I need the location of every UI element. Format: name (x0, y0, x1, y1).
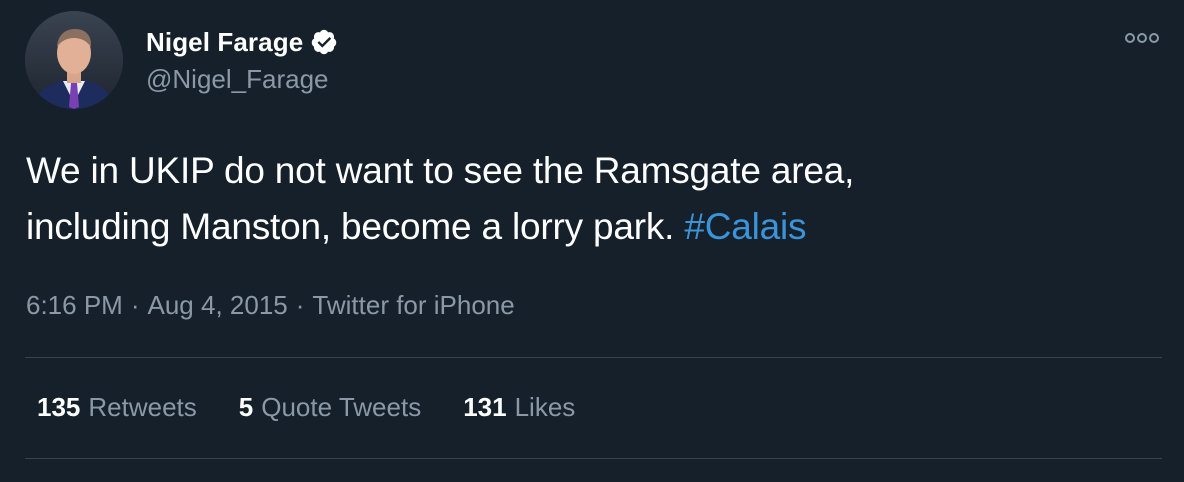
tweet-card: Nigel Farage @Nigel_Farage We in UKIP do… (0, 0, 1184, 482)
avatar-image (25, 11, 123, 109)
verified-badge-icon (310, 28, 338, 56)
meta-separator: · (295, 290, 305, 320)
avatar[interactable] (25, 11, 123, 109)
hashtag-link[interactable]: #Calais (684, 206, 806, 247)
more-options-icon[interactable] (1124, 29, 1160, 47)
retweets-stat[interactable]: 135 Retweets (37, 392, 197, 423)
tweet-stats: 135 Retweets 5 Quote Tweets 131 Likes (37, 392, 617, 423)
author-handle[interactable]: @Nigel_Farage (146, 64, 328, 95)
author-name-row[interactable]: Nigel Farage (146, 26, 338, 58)
quote-tweets-stat[interactable]: 5 Quote Tweets (239, 392, 421, 423)
retweets-count: 135 (37, 392, 81, 422)
tweet-text-line1: We in UKIP do not want to see the Ramsga… (26, 150, 855, 191)
tweet-meta: 6:16 PM · Aug 4, 2015 · Twitter for iPhone (26, 290, 515, 321)
tweet-time[interactable]: 6:16 PM (26, 290, 123, 320)
divider (25, 458, 1162, 459)
divider (25, 357, 1162, 358)
likes-stat[interactable]: 131 Likes (463, 392, 575, 423)
display-name[interactable]: Nigel Farage (146, 27, 303, 58)
likes-count: 131 (463, 392, 507, 422)
meta-separator: · (130, 290, 140, 320)
tweet-text: We in UKIP do not want to see the Ramsga… (26, 143, 1156, 255)
tweet-date[interactable]: Aug 4, 2015 (148, 290, 288, 320)
likes-label: Likes (514, 392, 576, 422)
tweet-source[interactable]: Twitter for iPhone (312, 290, 514, 320)
retweets-label: Retweets (88, 392, 197, 422)
tweet-text-line2: including Manston, become a lorry park. (26, 206, 675, 247)
quote-tweets-label: Quote Tweets (261, 392, 422, 422)
quote-tweets-count: 5 (238, 392, 254, 422)
